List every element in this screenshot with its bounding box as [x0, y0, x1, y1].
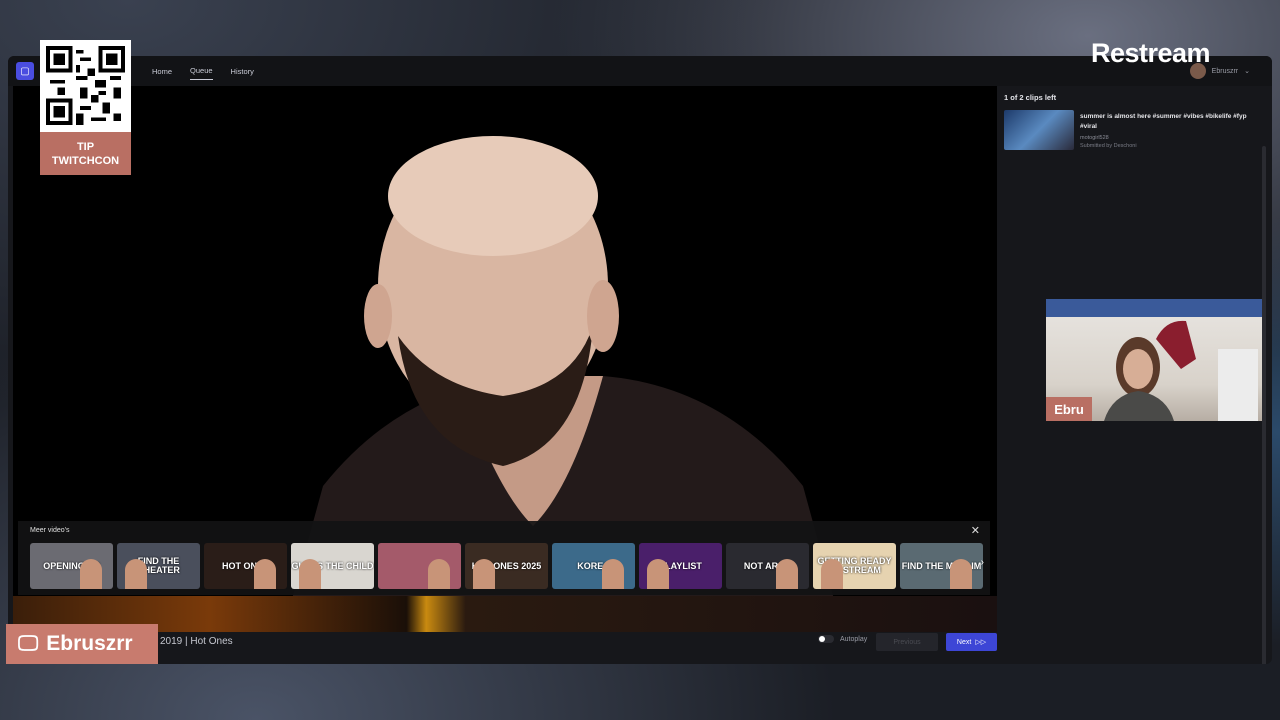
video-thumbnail[interactable]: OPENING UP — [30, 543, 113, 589]
chevron-right-icon[interactable]: › — [981, 557, 984, 568]
clip-thumbnail — [1004, 110, 1074, 150]
video-player[interactable]: Meer video's ✕ OPENING UP FIND THE CHEATE… — [13, 86, 997, 632]
app-logo-icon[interactable]: ▢ — [16, 62, 34, 80]
next-button[interactable]: Next ▷▷ — [946, 633, 997, 651]
nav-home[interactable]: Home — [152, 63, 172, 80]
thumbnail-face — [776, 559, 798, 589]
clip-uploader: motogirl528 — [1080, 135, 1109, 141]
previous-button[interactable]: Previous — [876, 633, 938, 651]
thumbnail-face — [428, 559, 450, 589]
video-thumbnail[interactable]: HOT ONES 2025 — [465, 543, 548, 589]
video-thumbnail[interactable]: HOT ONES — [204, 543, 287, 589]
clip-title: summer is almost here #summer #vibes #bi… — [1080, 113, 1247, 130]
video-thumbnail[interactable]: PLAYLIST — [639, 543, 722, 589]
tip-line-2: TWITCHCON — [51, 154, 120, 167]
scrollbar[interactable] — [1262, 146, 1266, 664]
handle-text: Ebruszrr — [46, 632, 133, 655]
qr-code-overlay: TIP TWITCHCON — [40, 40, 131, 175]
video-thumbnail[interactable]: GETTING READY TO STREAM — [813, 543, 896, 589]
thumbnail-face — [647, 559, 669, 589]
username: Ebruszrr — [1211, 67, 1239, 75]
monitor-icon: 🖵 — [18, 632, 39, 655]
tip-label: TIP TWITCHCON — [40, 132, 131, 175]
close-icon[interactable]: ✕ — [971, 524, 980, 537]
thumbnail-face — [125, 559, 147, 589]
streamer-handle: 🖵 Ebruszrr — [6, 624, 158, 664]
thumbnail-face — [473, 559, 495, 589]
thumbnail-face — [602, 559, 624, 589]
queue-clip[interactable]: summer is almost here #summer #vibes #bi… — [1004, 110, 1262, 154]
thumbnail-face — [80, 559, 102, 589]
video-thumbnail[interactable]: FIND THE CHEATER — [117, 543, 200, 589]
video-frame-bottom — [13, 596, 997, 632]
qr-code-icon — [46, 46, 125, 125]
clip-submitted: Submitted by Deschoni — [1080, 143, 1137, 149]
more-videos-label: Meer video's — [30, 527, 70, 534]
video-thumbnail[interactable]: KOREA — [552, 543, 635, 589]
tip-line-1: TIP — [76, 140, 95, 153]
queue-count: 1 of 2 clips left — [1004, 93, 1057, 102]
restream-logo: Restream — [1091, 38, 1211, 68]
video-thumbnail[interactable] — [378, 543, 461, 589]
nav-queue[interactable]: Queue — [190, 62, 213, 80]
autoplay-toggle[interactable] — [818, 635, 834, 643]
thumbnail-face — [254, 559, 276, 589]
thumbnail-face — [821, 559, 843, 589]
video-thumbnail[interactable]: GUESS THE CHILD — [291, 543, 374, 589]
webcam-overlay: Ebru — [1046, 299, 1262, 421]
video-title: 2019 | Hot Ones — [160, 636, 233, 647]
previous-label: Previous — [893, 638, 921, 646]
video-thumbnail[interactable]: NOT ARAB — [726, 543, 809, 589]
video-thumbnail[interactable]: FIND THE MUSLIM — [900, 543, 983, 589]
webcam-name: Ebru — [1046, 397, 1092, 421]
autoplay-label: Autoplay — [840, 635, 868, 643]
thumbnail-face — [950, 559, 972, 589]
more-videos-panel: Meer video's ✕ OPENING UP FIND THE CHEATE… — [18, 521, 990, 595]
player-controls: 2019 | Hot Ones Autoplay Previous Next ▷… — [8, 632, 1008, 664]
top-bar: ▢ Home Queue History Ebruszrr ⌄ — [8, 56, 1272, 86]
nav-history[interactable]: History — [231, 63, 254, 80]
thumbnail-face — [299, 559, 321, 589]
main-nav: Home Queue History — [152, 56, 254, 86]
more-videos-list: OPENING UP FIND THE CHEATER HOT ONES GUESS … — [30, 543, 983, 589]
skip-forward-icon: ▷▷ — [975, 639, 987, 646]
next-label: Next — [956, 638, 972, 646]
autoplay-control: Autoplay — [818, 635, 867, 643]
chevron-down-icon: ⌄ — [1244, 68, 1250, 75]
